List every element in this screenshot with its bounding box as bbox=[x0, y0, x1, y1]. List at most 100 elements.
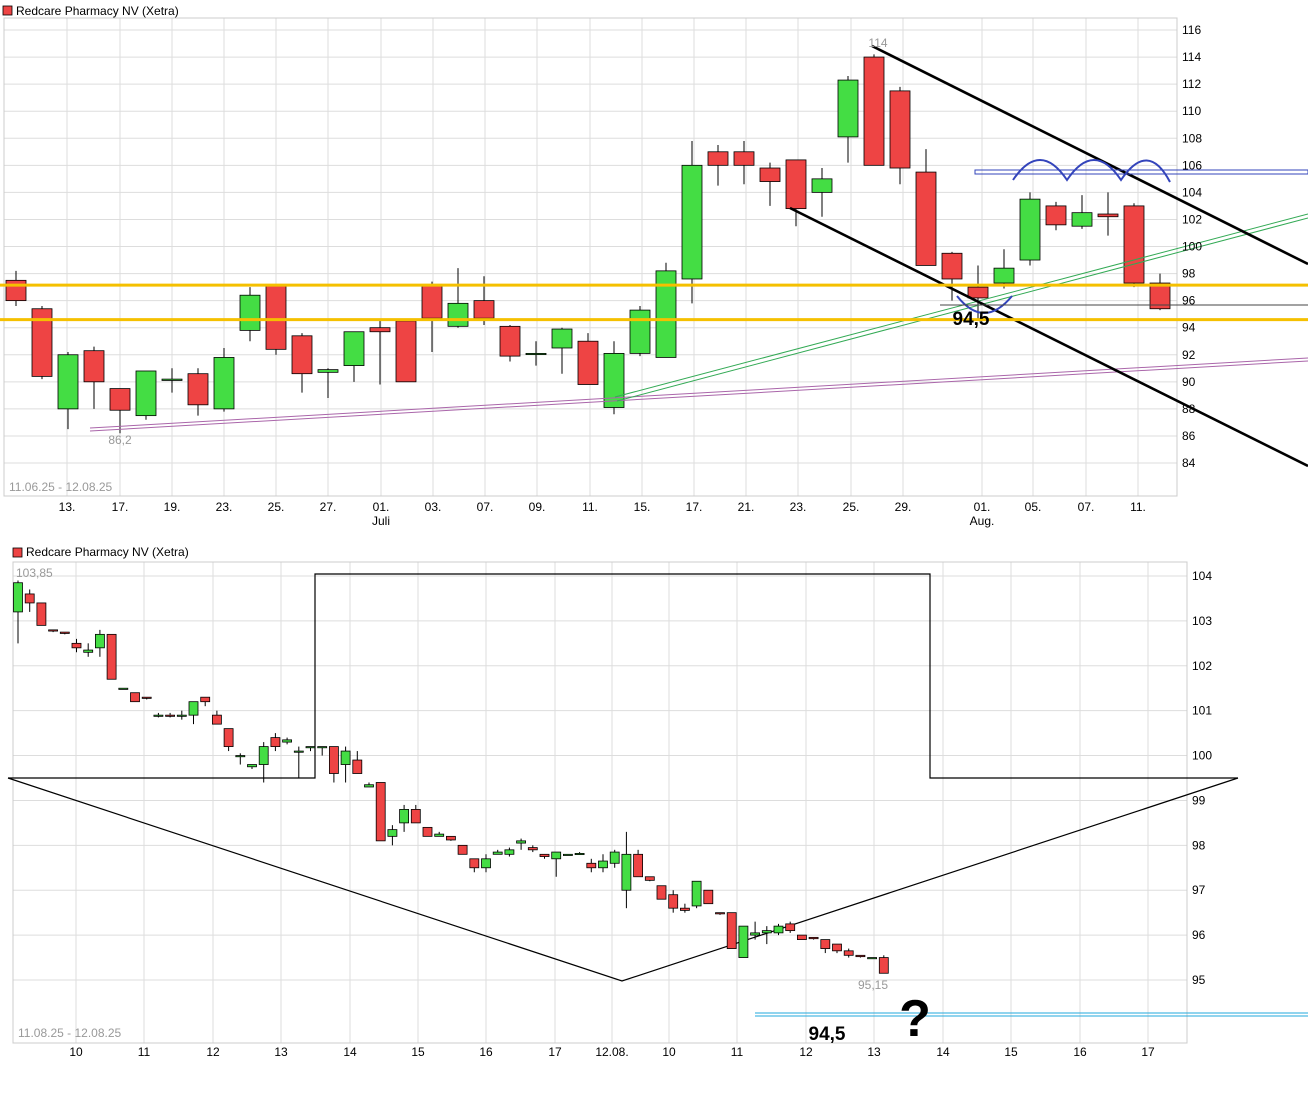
y-tick-label-0: 95 bbox=[1192, 973, 1206, 987]
candle-body-38 bbox=[993, 267, 1015, 284]
candle-35 bbox=[422, 826, 433, 837]
candle-body-48 bbox=[574, 853, 585, 856]
candle-2 bbox=[36, 602, 47, 626]
candle-26 bbox=[681, 140, 703, 304]
candle-body-37 bbox=[445, 835, 456, 841]
candle-42 bbox=[504, 847, 515, 857]
candle-15 bbox=[188, 701, 199, 725]
candle-6 bbox=[83, 643, 94, 657]
candle-body-17 bbox=[447, 302, 469, 327]
candle-body-14 bbox=[176, 714, 187, 717]
candle-body-26 bbox=[317, 746, 328, 749]
candle-body-31 bbox=[375, 782, 386, 842]
candle-body-66 bbox=[785, 923, 796, 932]
candle-body-15 bbox=[188, 701, 199, 716]
y-tick-label-9: 104 bbox=[1192, 569, 1212, 583]
candle-33 bbox=[863, 54, 885, 166]
top-x-axis: 13. 17. 19. 23. 25. 27. 01. 03. 07. 09. 11. 15. 17. 2… bbox=[59, 500, 1146, 528]
y-tick-label-4: 92 bbox=[1182, 348, 1196, 362]
candle-29 bbox=[352, 751, 363, 774]
purple-trendline-2 bbox=[89, 360, 1308, 432]
question-mark: ? bbox=[899, 990, 931, 1048]
candle-8 bbox=[213, 347, 235, 412]
candle-27 bbox=[707, 145, 729, 186]
candle-body-1 bbox=[24, 593, 35, 604]
candle-body-61 bbox=[726, 912, 737, 949]
candle-body-5 bbox=[71, 642, 82, 649]
candle-body-33 bbox=[399, 809, 410, 824]
candle-body-15 bbox=[395, 320, 417, 383]
candle-body-34 bbox=[410, 809, 421, 824]
candle-body-6 bbox=[161, 378, 183, 381]
top-target-label: 94,5 bbox=[953, 309, 990, 330]
candle-body-19 bbox=[499, 325, 521, 357]
candle-body-44 bbox=[527, 847, 538, 851]
candle-body-40 bbox=[1045, 205, 1067, 226]
candle-28 bbox=[340, 746, 351, 783]
x-tick-label-3: 13 bbox=[274, 1045, 288, 1059]
candle-body-24 bbox=[629, 309, 651, 354]
candle-body-13 bbox=[343, 331, 365, 366]
top-low-label: 86,2 bbox=[108, 433, 132, 447]
candle-38 bbox=[457, 844, 468, 855]
candle-body-37 bbox=[967, 286, 989, 299]
candle-body-28 bbox=[340, 750, 351, 765]
candle-body-41 bbox=[1071, 212, 1093, 227]
candle-body-51 bbox=[609, 851, 620, 864]
candle-body-10 bbox=[265, 283, 287, 350]
candle-5 bbox=[71, 638, 82, 653]
candle-body-22 bbox=[577, 340, 599, 385]
x-tick-label-1: 17. bbox=[112, 500, 129, 514]
candle-73 bbox=[867, 957, 877, 960]
candle-31 bbox=[375, 782, 386, 842]
candle-body-11 bbox=[141, 696, 152, 699]
candle-body-39 bbox=[1019, 198, 1041, 261]
x-tick-label-13: 14 bbox=[936, 1045, 950, 1059]
x-tick-label-6: 01. bbox=[373, 500, 390, 514]
candle-body-62 bbox=[738, 925, 749, 958]
candle-body-23 bbox=[282, 739, 293, 743]
x-tick-label-5: 27. bbox=[320, 500, 337, 514]
candle-body-5 bbox=[135, 370, 157, 417]
candle-39 bbox=[469, 858, 480, 873]
candle-14 bbox=[369, 319, 391, 385]
candle-28 bbox=[733, 140, 755, 185]
bottom-date-range: 11.08.25 - 12.08.25 bbox=[18, 1026, 122, 1040]
candle-body-32 bbox=[837, 79, 859, 138]
candle-16 bbox=[421, 281, 443, 353]
candle-21 bbox=[551, 327, 573, 374]
candle-body-31 bbox=[811, 178, 833, 193]
x-tick-label-0: 10 bbox=[69, 1045, 83, 1059]
candle-body-42 bbox=[504, 849, 515, 855]
candle-1 bbox=[31, 306, 53, 380]
candle-body-3 bbox=[83, 350, 105, 383]
x-tick-label-9: 09. bbox=[529, 500, 546, 514]
candle-43 bbox=[1123, 203, 1145, 288]
candle-body-65 bbox=[773, 925, 784, 934]
candle-35 bbox=[915, 149, 937, 266]
y-tick-label-1: 86 bbox=[1182, 429, 1196, 443]
candle-13 bbox=[343, 331, 365, 382]
candle-65 bbox=[773, 923, 784, 936]
candle-body-8 bbox=[106, 633, 117, 680]
candle-body-7 bbox=[187, 373, 209, 406]
candle-body-34 bbox=[889, 90, 911, 169]
bottom-overlays bbox=[7, 573, 1308, 1017]
candle-11 bbox=[291, 333, 313, 393]
candle-body-10 bbox=[130, 692, 140, 703]
candle-body-71 bbox=[843, 950, 854, 956]
candle-31 bbox=[811, 168, 833, 217]
candle-23 bbox=[603, 341, 625, 415]
candle-body-40 bbox=[481, 858, 491, 869]
candle-70 bbox=[832, 943, 842, 954]
candle-body-0 bbox=[13, 582, 23, 613]
candle-40 bbox=[481, 854, 491, 873]
candle-body-50 bbox=[598, 860, 608, 869]
candle-body-24 bbox=[293, 750, 304, 753]
candle-body-35 bbox=[915, 171, 937, 266]
top-date-range: 11.06.25 - 12.08.25 bbox=[9, 480, 113, 494]
candle-19 bbox=[499, 324, 521, 362]
candle-body-55 bbox=[656, 885, 667, 900]
legend-swatch-bottom bbox=[12, 547, 23, 558]
candle-body-29 bbox=[352, 759, 363, 774]
